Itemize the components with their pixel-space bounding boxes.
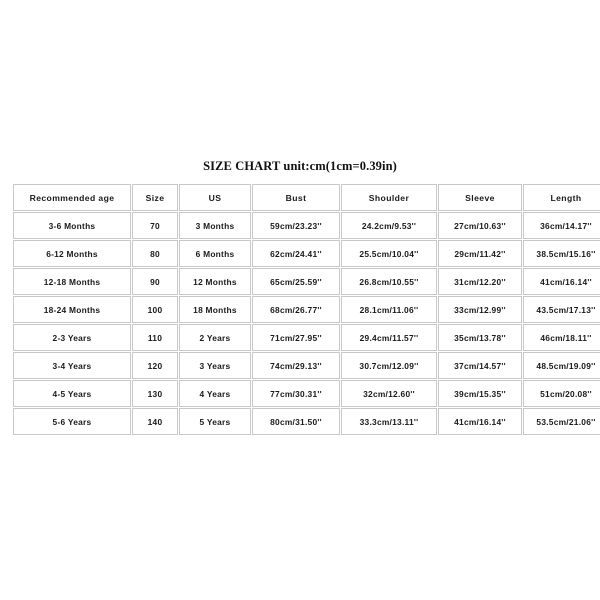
cell-bust: 71cm/27.95'' [252, 324, 340, 351]
cell-length: 41cm/16.14'' [523, 268, 600, 295]
table-header-row: Recommended age Size US Bust Shoulder Sl… [13, 184, 600, 211]
cell-recommended-age: 3-4 Years [13, 352, 131, 379]
cell-bust: 59cm/23.23'' [252, 212, 340, 239]
cell-bust: 77cm/30.31'' [252, 380, 340, 407]
cell-shoulder: 33.3cm/13.11'' [341, 408, 437, 435]
cell-recommended-age: 12-18 Months [13, 268, 131, 295]
cell-shoulder: 25.5cm/10.04'' [341, 240, 437, 267]
cell-recommended-age: 5-6 Years [13, 408, 131, 435]
cell-us: 6 Months [179, 240, 251, 267]
cell-shoulder: 29.4cm/11.57'' [341, 324, 437, 351]
cell-sleeve: 29cm/11.42'' [438, 240, 522, 267]
cell-us: 3 Months [179, 212, 251, 239]
cell-size: 130 [132, 380, 178, 407]
column-header-bust: Bust [252, 184, 340, 211]
column-header-sleeve: Sleeve [438, 184, 522, 211]
column-header-recommended-age: Recommended age [13, 184, 131, 211]
table-row: 2-3 Years 110 2 Years 71cm/27.95'' 29.4c… [13, 324, 600, 351]
cell-size: 90 [132, 268, 178, 295]
cell-length: 48.5cm/19.09'' [523, 352, 600, 379]
cell-length: 43.5cm/17.13'' [523, 296, 600, 323]
table-row: 4-5 Years 130 4 Years 77cm/30.31'' 32cm/… [13, 380, 600, 407]
cell-us: 5 Years [179, 408, 251, 435]
cell-size: 80 [132, 240, 178, 267]
size-chart-page: SIZE CHART unit:cm(1cm=0.39in) Recommend… [0, 0, 600, 600]
cell-shoulder: 28.1cm/11.06'' [341, 296, 437, 323]
column-header-shoulder: Shoulder [341, 184, 437, 211]
cell-recommended-age: 18-24 Months [13, 296, 131, 323]
cell-us: 18 Months [179, 296, 251, 323]
cell-us: 4 Years [179, 380, 251, 407]
column-header-us: US [179, 184, 251, 211]
cell-us: 12 Months [179, 268, 251, 295]
table-row: 3-6 Months 70 3 Months 59cm/23.23'' 24.2… [13, 212, 600, 239]
cell-us: 3 Years [179, 352, 251, 379]
cell-recommended-age: 6-12 Months [13, 240, 131, 267]
table-row: 5-6 Years 140 5 Years 80cm/31.50'' 33.3c… [13, 408, 600, 435]
cell-bust: 80cm/31.50'' [252, 408, 340, 435]
cell-size: 120 [132, 352, 178, 379]
cell-sleeve: 31cm/12.20'' [438, 268, 522, 295]
table-row: 12-18 Months 90 12 Months 65cm/25.59'' 2… [13, 268, 600, 295]
cell-size: 70 [132, 212, 178, 239]
cell-shoulder: 30.7cm/12.09'' [341, 352, 437, 379]
cell-sleeve: 27cm/10.63'' [438, 212, 522, 239]
table-row: 18-24 Months 100 18 Months 68cm/26.77'' … [13, 296, 600, 323]
cell-length: 38.5cm/15.16'' [523, 240, 600, 267]
table-row: 6-12 Months 80 6 Months 62cm/24.41'' 25.… [13, 240, 600, 267]
cell-recommended-age: 3-6 Months [13, 212, 131, 239]
cell-bust: 62cm/24.41'' [252, 240, 340, 267]
page-title: SIZE CHART unit:cm(1cm=0.39in) [203, 159, 397, 173]
cell-shoulder: 26.8cm/10.55'' [341, 268, 437, 295]
cell-shoulder: 32cm/12.60'' [341, 380, 437, 407]
cell-size: 110 [132, 324, 178, 351]
cell-length: 36cm/14.17'' [523, 212, 600, 239]
cell-length: 46cm/18.11'' [523, 324, 600, 351]
size-chart-table: Recommended age Size US Bust Shoulder Sl… [12, 183, 600, 436]
cell-bust: 65cm/25.59'' [252, 268, 340, 295]
cell-sleeve: 37cm/14.57'' [438, 352, 522, 379]
cell-length: 51cm/20.08'' [523, 380, 600, 407]
cell-sleeve: 35cm/13.78'' [438, 324, 522, 351]
cell-bust: 74cm/29.13'' [252, 352, 340, 379]
cell-sleeve: 33cm/12.99'' [438, 296, 522, 323]
table-row: 3-4 Years 120 3 Years 74cm/29.13'' 30.7c… [13, 352, 600, 379]
column-header-size: Size [132, 184, 178, 211]
cell-length: 53.5cm/21.06'' [523, 408, 600, 435]
cell-sleeve: 41cm/16.14'' [438, 408, 522, 435]
cell-us: 2 Years [179, 324, 251, 351]
cell-sleeve: 39cm/15.35'' [438, 380, 522, 407]
cell-recommended-age: 2-3 Years [13, 324, 131, 351]
cell-shoulder: 24.2cm/9.53'' [341, 212, 437, 239]
cell-recommended-age: 4-5 Years [13, 380, 131, 407]
column-header-length: Length [523, 184, 600, 211]
cell-bust: 68cm/26.77'' [252, 296, 340, 323]
cell-size: 100 [132, 296, 178, 323]
cell-size: 140 [132, 408, 178, 435]
